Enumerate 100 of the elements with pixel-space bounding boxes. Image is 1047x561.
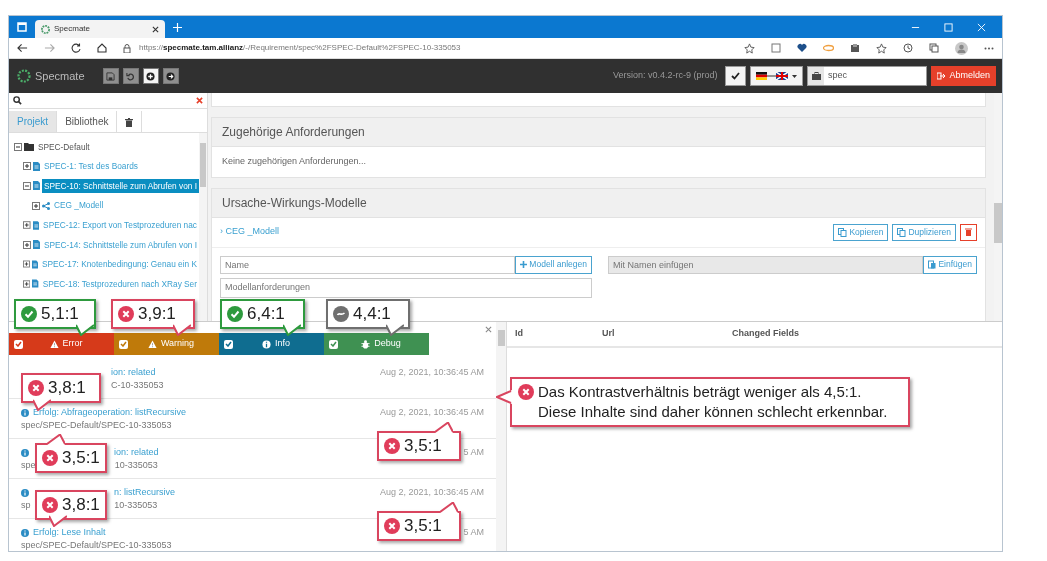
document-icon (32, 181, 40, 191)
history-icon[interactable] (903, 43, 913, 53)
tree-item[interactable]: SPEC-10: Schnittstelle zum Abrufen von I (41, 178, 199, 194)
section-heading: Zugehörige Anforderungen (212, 118, 985, 147)
create-model-button[interactable]: Modell anlegen (515, 255, 592, 274)
heart-icon[interactable] (797, 43, 807, 53)
expand-icon[interactable] (23, 162, 31, 171)
filter-tab[interactable]: Warning (114, 333, 219, 355)
paste-name-field[interactable]: Mit Namen einfügen (608, 255, 924, 274)
lock-icon (123, 43, 131, 53)
filter-tab[interactable]: Error (9, 333, 114, 355)
sidebar-tab[interactable]: Projekt (9, 111, 58, 132)
search-icon (13, 95, 22, 105)
expand-icon[interactable] (23, 240, 31, 249)
error-icon (384, 437, 400, 454)
language-dropdown[interactable] (750, 66, 804, 86)
address-field[interactable]: https://specmate.tam.allianz/-/Requirement/spec%2FSPEC-Default%2FSPEC-10-335053 (123, 40, 728, 56)
home-icon[interactable] (97, 43, 107, 53)
tree-item[interactable]: SPEC-18: Testprozeduren nach XRay Ser (40, 276, 199, 292)
callout-text: 3,5:1 (404, 515, 442, 537)
log-message[interactable]: ion: related (114, 446, 159, 459)
expand-icon[interactable] (23, 221, 31, 230)
check-circle-icon (21, 305, 37, 322)
expand-icon[interactable] (23, 279, 31, 288)
briefcase-icon (811, 72, 821, 80)
timestamp: Aug 2, 2021, 10:36:45 AM (379, 366, 484, 378)
log-message[interactable]: Erfolg: Lese Inhalt (33, 526, 106, 539)
filter-tab[interactable]: Debug (324, 333, 429, 355)
app-icon (41, 24, 50, 34)
bug-icon (361, 339, 371, 349)
collections-icon[interactable] (929, 43, 939, 53)
more-icon[interactable] (984, 46, 994, 50)
checkbox[interactable] (224, 339, 233, 349)
extension-icon[interactable] (850, 43, 860, 53)
info-icon (21, 528, 29, 537)
model-link[interactable]: › CEG _Modell (220, 226, 280, 237)
logo-icon (17, 69, 31, 83)
log-message[interactable]: Erfolg: Abfrageoperation: listRecursive (33, 406, 187, 419)
check-circle-icon (227, 305, 243, 322)
tree-item[interactable]: SPEC-14: Schnittstelle zum Abrufen von I (41, 237, 199, 252)
search-field[interactable]: spec (807, 66, 928, 86)
checkbox[interactable] (329, 339, 338, 349)
copy-button[interactable]: Kopieren (833, 223, 889, 241)
logout-icon (937, 72, 946, 80)
trash-icon (965, 228, 972, 236)
tab-title: Specmate (54, 23, 91, 35)
duplicate-button[interactable]: Duplizieren (892, 223, 956, 241)
requirements-field[interactable]: Modellanforderungen (220, 277, 592, 298)
error-icon (518, 384, 534, 400)
collapse-icon[interactable] (14, 142, 22, 151)
favorite-add-icon[interactable] (744, 42, 755, 54)
avatar[interactable] (955, 41, 968, 55)
filter-tab[interactable]: Info (219, 333, 324, 355)
checkbox[interactable] (14, 339, 23, 349)
reload-icon[interactable] (71, 43, 81, 53)
logout-button[interactable]: Abmelden (931, 66, 996, 86)
paste-button[interactable]: Einfügen (923, 255, 977, 274)
name-field[interactable]: Name (220, 255, 516, 274)
browser-tab[interactable]: Specmate (35, 20, 165, 38)
callout-text: 3,9:1 (138, 303, 176, 325)
duplicate-icon (897, 227, 907, 237)
back-icon[interactable] (17, 43, 28, 53)
callout-text: 3,5:1 (404, 435, 442, 457)
trash-icon (125, 117, 134, 127)
scrollbar[interactable] (496, 322, 506, 551)
timestamp: Aug 2, 2021, 10:36:45 AM (379, 406, 484, 418)
new-tab-icon[interactable] (173, 22, 182, 32)
delete-button[interactable] (960, 223, 977, 241)
add-button[interactable] (142, 68, 159, 84)
expand-icon[interactable] (23, 260, 30, 269)
tree-item[interactable]: SPEC-1: Test des Boards (42, 159, 140, 174)
document-icon (32, 220, 40, 230)
window-menu-icon[interactable] (17, 22, 27, 32)
log-message[interactable]: ion: related (111, 366, 156, 379)
tree-item[interactable]: SPEC-17: Knotenbedingung: Genau ein K (40, 257, 199, 272)
error-icon (42, 496, 58, 513)
caret-icon (792, 74, 798, 78)
plus-icon (520, 261, 528, 268)
info-icon (21, 488, 29, 497)
scrollbar[interactable] (199, 133, 207, 321)
tree-item[interactable]: SPEC-Default (36, 139, 92, 154)
collapse-icon[interactable] (23, 182, 31, 190)
maximize-icon[interactable] (944, 22, 953, 32)
tree-item[interactable]: CEG _Modell (52, 198, 106, 213)
close-icon[interactable] (152, 25, 159, 33)
timestamp: 5 AM (463, 446, 484, 458)
favorites-icon[interactable] (876, 42, 887, 54)
log-path: spec/SPEC-Default/SPEC-10-335053 (21, 419, 172, 432)
clear-icon[interactable] (196, 97, 203, 104)
checkbox[interactable] (119, 339, 128, 349)
expand-icon[interactable] (32, 201, 40, 210)
log-path: C-10-335053 (111, 379, 164, 392)
log-message[interactable]: n: listRecursive (114, 486, 176, 499)
document-icon (33, 161, 40, 171)
paste-icon (928, 260, 937, 269)
check-icon (731, 72, 741, 80)
tree-item[interactable]: SPEC-12: Export von Testprozeduren nac (41, 217, 199, 233)
confirm-button[interactable] (725, 66, 747, 86)
callout-text: 3,8:1 (48, 377, 86, 399)
error-icon (384, 517, 400, 534)
